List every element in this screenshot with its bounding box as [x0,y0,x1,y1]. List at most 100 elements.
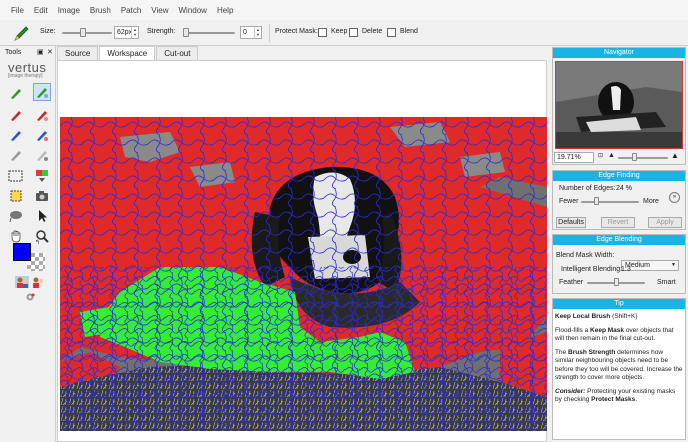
expand-icon[interactable]: » [669,192,680,203]
float-icon[interactable]: ▣ [37,48,44,56]
edge-blending-title: Edge Blending [553,235,685,245]
toolbar-separator [269,24,270,42]
menu-view[interactable]: View [146,6,173,15]
red-local-brush-icon [37,111,48,121]
blend-local-brush-tool[interactable] [33,126,51,144]
menu-brush[interactable]: Brush [85,6,116,15]
tip-p3-a: Consider: [555,387,586,395]
keep-checkbox[interactable] [318,28,327,37]
size-slider[interactable] [62,27,112,39]
patch-icon [10,190,22,202]
keep-label: Keep [331,28,348,35]
red-brush-icon [11,111,21,121]
menu-help[interactable]: Help [212,6,238,15]
patch-tool[interactable] [7,187,25,205]
delete-local-brush-tool[interactable] [33,106,51,124]
zoom-in-icon[interactable]: ▲ [671,151,679,160]
primary-color-swatch[interactable] [13,243,31,261]
eraser-icon [11,151,21,161]
edges-slider[interactable] [581,197,639,206]
zoom-fit-icon[interactable]: ⊡ [598,152,603,159]
app-logo-subtitle: [image therapy] [8,73,43,79]
local-eraser-icon [37,151,48,161]
pointer-tool[interactable] [33,207,51,225]
menu-patch[interactable]: Patch [116,6,146,15]
zoom-slider[interactable] [618,153,668,162]
lasso-tool[interactable] [7,207,25,225]
workspace-image[interactable] [60,117,547,431]
strength-slider[interactable] [183,27,235,39]
close-icon[interactable]: ✕ [47,48,53,56]
strength-value: 0 [243,29,247,36]
blend-mask-width-label: Blend Mask Width: [556,252,615,259]
mask-color-tool[interactable] [33,167,51,185]
tip-p3-c: Protect Masks [591,396,636,403]
preview-tool[interactable] [24,292,36,304]
size-value: 62px [117,29,133,36]
tab-cut-out-label: Cut-out [164,49,191,58]
zoom-out-icon[interactable]: ▲ [608,152,615,159]
spin-arrows-icon[interactable]: ▲ ▼ [254,27,261,38]
menu-image[interactable]: Image [53,6,85,15]
navigator-title: Navigator [553,48,685,58]
tip-shortcut: (Shift+K) [612,313,638,320]
tab-workspace[interactable]: Workspace [99,46,156,60]
revert-button[interactable]: Revert [601,217,635,228]
menu-file[interactable]: File [6,6,29,15]
tools-panel: Tools ▣ ✕ vertus [image therapy] ↰ [0,46,56,442]
blue-local-brush-icon [37,131,48,141]
blend-brush-tool[interactable] [7,126,25,144]
fewer-label: Fewer [559,198,579,205]
blend-checkbox[interactable] [387,28,396,37]
edges-value: 24 % [616,185,632,192]
tools-title: Tools [5,49,22,56]
green-brush-icon [11,89,21,99]
revert-label: Revert [607,219,629,226]
workspace-canvas-area[interactable] [57,60,547,442]
keep-brush-icon [13,24,31,42]
cutout-view-tool[interactable] [31,276,45,290]
selection-tool[interactable] [7,167,25,185]
person-view-tool[interactable] [15,276,29,290]
blend-slider[interactable] [587,278,645,287]
menu-edit[interactable]: Edit [29,6,53,15]
strength-spinbox[interactable]: 0 ▲ ▼ [240,26,262,39]
tip-heading: Keep Local Brush [555,313,611,320]
defaults-button[interactable]: Defaults [556,217,586,228]
smart-label: Smart [657,279,676,286]
eraser-tool[interactable] [7,146,25,164]
tip-p3-d: . [635,396,638,403]
swap-colors-icon[interactable]: ↰ [35,239,40,246]
edges-label: Number of Edges: [559,185,616,192]
tip-p2-b: Brush Strength [568,348,616,356]
options-toolbar: Size: 62px ▲ ▼ Strength: 0 ▲ ▼ Protect Mas… [0,20,688,46]
delete-checkbox[interactable] [349,28,358,37]
lasso-icon [9,211,22,223]
keep-local-brush-tool[interactable] [33,83,51,101]
local-eraser-tool[interactable] [33,146,51,164]
zoom-field[interactable]: 19.71% [554,152,594,163]
keep-brush-tool[interactable] [7,84,25,102]
tip-p1-a: Flood-fills a [555,326,591,334]
camera-tool[interactable] [33,187,51,205]
mask-color-swatch[interactable]: ↰ [13,239,49,273]
menu-window[interactable]: Window [174,6,212,15]
tab-workspace-label: Workspace [107,49,148,58]
blend-label: Blend [400,28,418,35]
tab-cut-out[interactable]: Cut-out [156,46,199,60]
tab-source[interactable]: Source [57,46,99,60]
delete-brush-tool[interactable] [7,106,25,124]
zoom-value: 19.71% [557,154,581,161]
intelligent-blending-value: 1:3 [621,266,631,273]
strength-label: Strength: [147,28,176,35]
spin-arrows-icon[interactable]: ▲ ▼ [131,27,138,38]
blue-brush-icon [11,131,21,141]
size-spinbox[interactable]: 62px ▲ ▼ [114,26,139,39]
tip-p1-b: Keep Mask [590,326,625,334]
intelligent-blending-label: Intelligent Blending: [561,266,623,273]
apply-button[interactable]: Apply [648,217,682,228]
pointer-icon [39,210,47,222]
navigator-thumbnail[interactable] [555,61,683,149]
mask-swap-icon [36,170,48,182]
protect-mask-label: Protect Mask: [275,28,318,35]
